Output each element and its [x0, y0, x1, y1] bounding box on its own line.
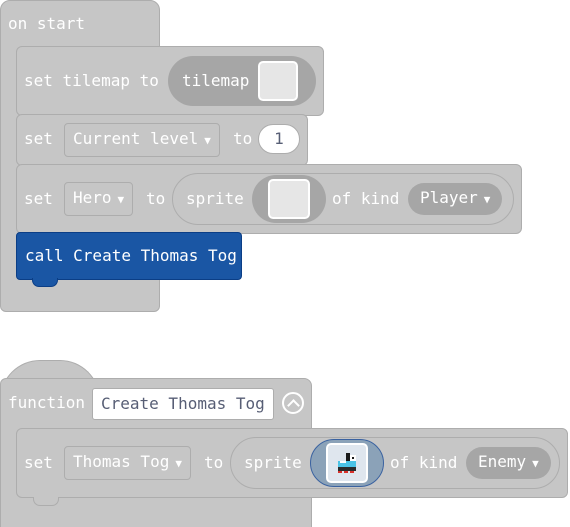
collapse-chevron-icon[interactable] [282, 392, 304, 414]
function-name-input[interactable]: Create Thomas Tog [92, 388, 274, 420]
of-kind-label: of kind [390, 453, 458, 472]
current-level-value: Current level [73, 129, 199, 148]
thomas-tog-value: Thomas Tog [73, 452, 170, 471]
caret-down-icon: ▼ [175, 457, 182, 470]
caret-down-icon: ▼ [532, 457, 539, 470]
function-label: function [8, 393, 86, 412]
caret-down-icon: ▼ [117, 193, 125, 206]
to-label: to [146, 189, 166, 208]
caret-down-icon: ▼ [483, 193, 491, 206]
call-label: call Create Thomas Tog [25, 246, 237, 265]
enemy-kind-value: Enemy [478, 452, 527, 471]
set-label: set [24, 129, 53, 148]
set-tilemap-label: set tilemap to [24, 71, 159, 90]
tilemap-slot[interactable] [258, 61, 298, 101]
block-notch [32, 278, 58, 287]
caret-down-icon: ▼ [204, 134, 211, 147]
tilemap-label: tilemap [182, 71, 250, 90]
thomas-sprite-slot[interactable] [326, 443, 368, 483]
player-kind-value: Player [420, 188, 478, 207]
block-notch [33, 497, 59, 506]
hero-sprite-slot[interactable] [268, 179, 310, 219]
enemy-kind-dropdown[interactable]: Enemy ▼ [466, 447, 551, 479]
set-label: set [24, 189, 53, 208]
sprite-label: sprite [186, 189, 244, 208]
player-kind-dropdown[interactable]: Player ▼ [408, 183, 503, 215]
current-level-number-input[interactable]: 1 [258, 124, 300, 154]
of-kind-label: of kind [332, 189, 400, 208]
to-label: to [233, 129, 253, 148]
hero-value: Hero [73, 188, 112, 207]
sprite-label: sprite [244, 453, 302, 472]
train-sprite-icon [338, 453, 356, 473]
to-label: to [204, 453, 224, 472]
current-level-dropdown[interactable]: Current level ▼ [64, 123, 220, 157]
hero-dropdown[interactable]: Hero ▼ [64, 182, 134, 216]
on-start-label: on start [8, 14, 86, 33]
thomas-tog-dropdown[interactable]: Thomas Tog ▼ [64, 446, 191, 480]
set-label: set [24, 453, 53, 472]
